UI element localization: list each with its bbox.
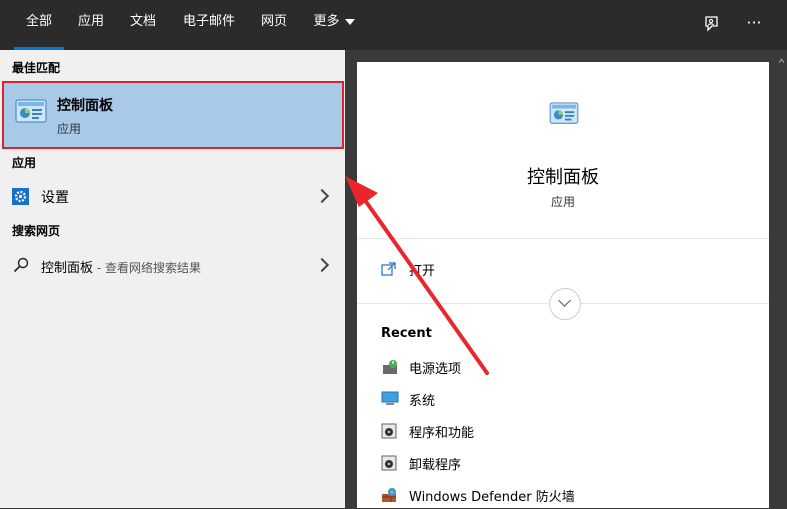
ellipsis-glyph: ··· [746,13,762,32]
recent-item-label: 电源选项 [409,362,462,377]
tab-all-label: 全部 [25,14,52,29]
web-search-hint: - 查看网络搜索结果 [93,261,201,275]
recent-item-label: Windows Defender 防火墙 [409,490,575,505]
tab-documents[interactable]: 文档 [123,0,163,50]
recent-heading: Recent [381,326,432,341]
divider [357,238,769,239]
best-match-subtitle: 应用 [57,122,82,136]
tab-more[interactable]: 更多 [306,0,362,50]
search-scope-tabs: 全部 应用 文档 电子邮件 网页 更多 ··· [0,0,787,50]
settings-item[interactable]: 设置 [0,179,345,213]
tab-documents-label: 文档 [129,14,156,29]
recent-item-label: 程序和功能 [409,426,475,441]
recent-item[interactable]: 电源选项 [379,355,739,381]
scroll-up-icon[interactable] [779,56,784,66]
recent-item[interactable]: 系统 [379,387,739,413]
tab-web-label: 网页 [260,14,287,29]
recent-item[interactable]: 卸载程序 [379,451,739,477]
apps-heading: 应用 [12,156,37,170]
web-search-query: 控制面板 [41,261,94,276]
tab-more-label: 更多 [313,14,340,29]
chevron-right-icon[interactable] [314,188,330,204]
control-panel-large-icon [549,102,579,124]
recent-item[interactable]: Windows Defender 防火墙 [379,483,739,509]
chevron-down-icon [344,18,355,25]
tab-web[interactable]: 网页 [254,0,294,50]
detail-pane: 控制面板 应用 打开 Recent 电源选项 系统 程序和功能 卸载程序 Win… [357,62,769,508]
detail-title: 控制面板 [527,167,599,188]
recent-item[interactable]: 程序和功能 [379,419,739,445]
firewall-icon [382,488,396,502]
tab-email[interactable]: 电子邮件 [176,0,242,50]
scrollbar[interactable] [776,50,787,508]
control-panel-icon [15,99,47,123]
detail-subtitle: 应用 [550,195,575,209]
open-icon [381,262,396,276]
web-search-label: 控制面板 - 查看网络搜索结果 [41,257,201,276]
recent-item-label: 系统 [409,394,436,409]
web-search-item[interactable]: 控制面板 - 查看网络搜索结果 [0,248,345,282]
tab-all[interactable]: 全部 [14,0,64,50]
recent-item-label: 卸载程序 [409,458,462,473]
tab-apps[interactable]: 应用 [71,0,111,50]
system-icon [381,391,399,405]
open-action[interactable]: 打开 [379,259,579,283]
best-match-heading: 最佳匹配 [12,61,61,75]
search-icon [13,257,29,273]
settings-label: 设置 [41,190,69,206]
open-label: 打开 [409,264,436,279]
programs-icon [381,423,397,439]
web-search-heading: 搜索网页 [12,224,61,238]
tab-apps-label: 应用 [77,14,104,29]
results-pane: 最佳匹配 控制面板 应用 应用 设置 搜索网页 控制面板 - 查看网络搜索结果 [0,50,345,508]
expand-chevron-button[interactable] [549,288,581,320]
best-match-item[interactable]: 控制面板 应用 [2,81,344,149]
feedback-icon[interactable] [698,10,726,38]
best-match-title: 控制面板 [57,98,113,114]
tab-email-label: 电子邮件 [182,14,235,29]
chevron-right-icon[interactable] [314,257,330,273]
gear-icon [12,188,29,205]
uninstall-icon [381,455,397,471]
power-options-icon [383,360,397,374]
ellipsis-icon[interactable]: ··· [740,10,768,38]
